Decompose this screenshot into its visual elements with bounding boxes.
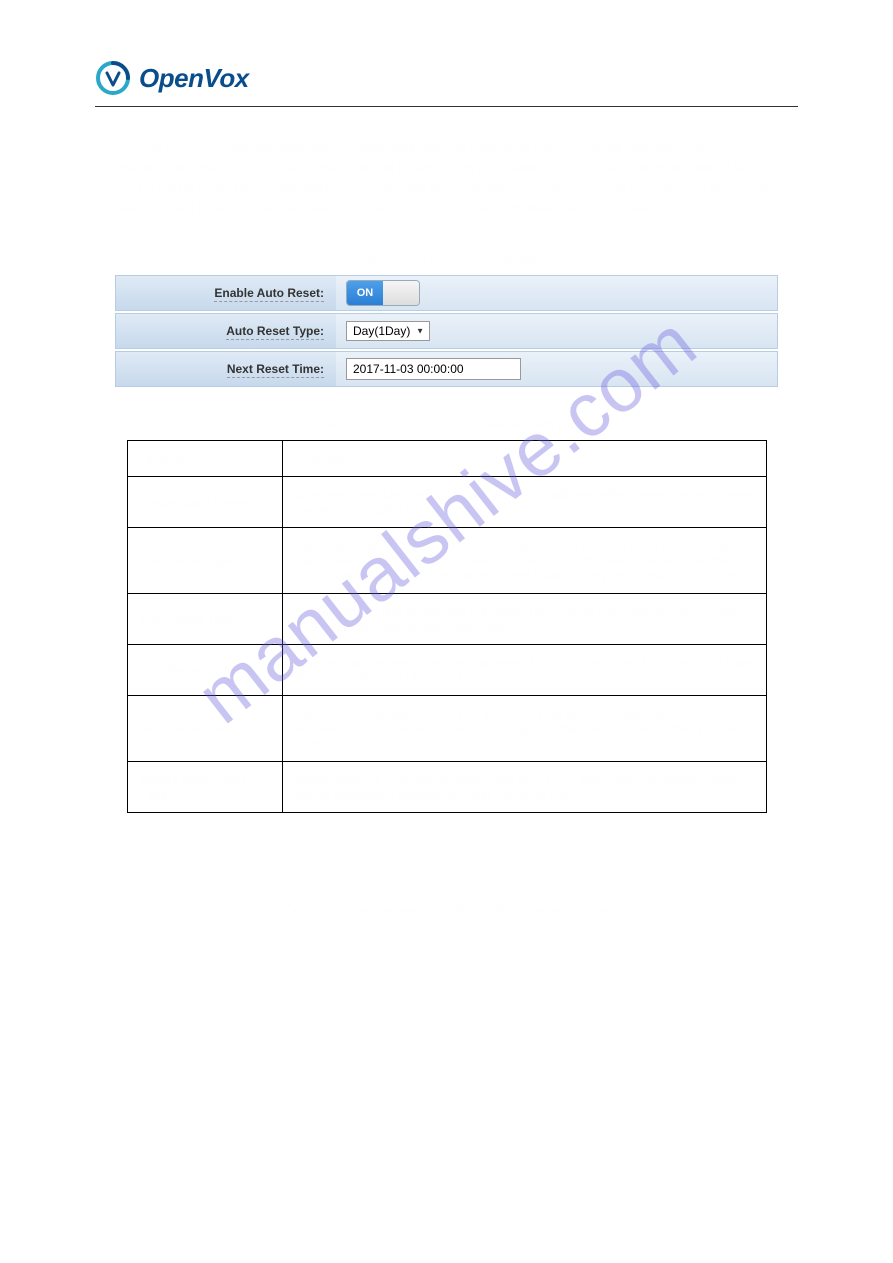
table-cell-option: Modify Next Reset Time [127, 762, 282, 813]
intro-paragraph: You can choose to reset the data after a… [115, 137, 778, 220]
table-cell-definition: The time range of the auto-reset, you ca… [282, 528, 766, 594]
enable-auto-reset-toggle[interactable]: ON [346, 280, 420, 306]
table-header-definition: Definition [282, 441, 766, 477]
table-cell-option: Enable Auto Reset [127, 477, 282, 528]
table-cell-option: Last Reset Time [127, 645, 282, 696]
settings-label: Auto Reset Type: [116, 324, 336, 338]
settings-value: ON [336, 276, 777, 310]
table-row: Enable Auto Reset Whether to enable the … [127, 477, 766, 528]
label-enable-auto-reset: Enable Auto Reset: [214, 286, 324, 302]
footer-company: OpenVox Communication Co. ,LTD. [285, 903, 475, 917]
figure-caption: Figure 3-4-3 Auto Rest Settings [95, 250, 798, 265]
table-row: Next Reset Time This item is calculated … [127, 696, 766, 762]
toggle-handle [383, 281, 419, 305]
settings-label: Enable Auto Reset: [116, 286, 336, 300]
settings-value: Day(1Day) [336, 314, 777, 348]
settings-label: Next Reset Time: [116, 362, 336, 376]
brand-logo: OpenVox [95, 60, 249, 96]
settings-row-next-reset-time: Next Reset Time: [115, 351, 778, 387]
table-row: Auto Reset Type The time range of the au… [127, 528, 766, 594]
footer-url: URL:www.openvox.cn [491, 903, 608, 917]
table-cell-definition: Whether to enable the auto-reset functio… [282, 477, 766, 528]
table-cell-definition: Set the time of day to perform the reset… [282, 594, 766, 645]
openvox-logo-icon [95, 60, 131, 96]
settings-row-auto-reset-type: Auto Reset Type: Day(1Day) [115, 313, 778, 349]
definitions-table: Options Definition Enable Auto Reset Whe… [127, 440, 767, 813]
table-caption: Table 3-4-2 Definition of Auto Reset Set… [95, 417, 798, 432]
label-auto-reset-type: Auto Reset Type: [226, 324, 324, 340]
brand-name: OpenVox [139, 63, 249, 94]
settings-row-enable-auto-reset: Enable Auto Reset: ON [115, 275, 778, 311]
table-header-row: Options Definition [127, 441, 766, 477]
settings-value [336, 352, 777, 386]
table-header-options: Options [127, 441, 282, 477]
label-next-reset-time: Next Reset Time: [227, 362, 324, 378]
table-row: Modify Next Reset Time When enabled, you… [127, 762, 766, 813]
table-cell-definition: This item is calculated based on the res… [282, 696, 766, 762]
table-cell-option: Auto Reset Type [127, 528, 282, 594]
page-footer: 33 OpenVox Communication Co. ,LTD. URL:w… [95, 883, 798, 919]
table-cell-option: Next Reset Time [127, 696, 282, 762]
page-number: 33 [95, 883, 798, 901]
auto-reset-type-select[interactable]: Day(1Day) [346, 321, 430, 341]
next-reset-time-input[interactable] [346, 358, 521, 380]
settings-panel: Enable Auto Reset: ON Auto Reset Type: D… [115, 275, 778, 387]
toggle-on-label: ON [347, 281, 383, 305]
page-header: OpenVox [95, 60, 798, 107]
auto-reset-type-select-wrap: Day(1Day) [346, 321, 430, 341]
table-row: Last Reset Time This item will appear af… [127, 645, 766, 696]
table-row: Auto Reset Time Set the time of day to p… [127, 594, 766, 645]
table-cell-definition: This item will appear after the auto res… [282, 645, 766, 696]
table-cell-option: Auto Reset Time [127, 594, 282, 645]
table-cell-definition: When enabled, you can customize the next… [282, 762, 766, 813]
